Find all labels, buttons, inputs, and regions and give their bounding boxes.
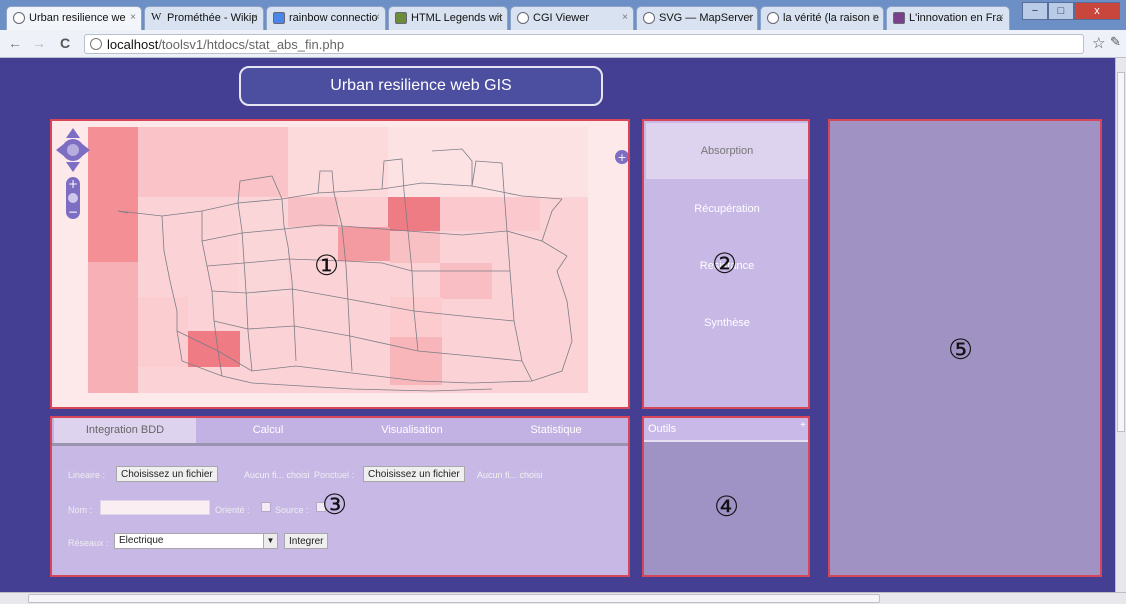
pan-control-icon[interactable] xyxy=(56,126,90,176)
horizontal-scrollbar[interactable] xyxy=(0,592,1126,604)
tools-title: Outils xyxy=(648,423,677,435)
url-path: /toolsv1/htdocs/stat_abs_fin.php xyxy=(158,37,345,52)
reseaux-label: Réseaux : xyxy=(68,538,109,548)
tab-label: L'innovation en Fra xyxy=(909,12,1003,24)
browser-tab-bar: Urban resilience we × W Prométhée - Wiki… xyxy=(0,0,1126,30)
side-tabs-panel: Absorption Récupération Resistance Synth… xyxy=(642,119,810,409)
globe-icon xyxy=(767,12,779,24)
panel-number: ② xyxy=(712,247,738,280)
forward-arrow-icon[interactable]: → xyxy=(32,35,46,51)
scroll-thumb[interactable] xyxy=(28,594,880,603)
site-icon xyxy=(395,12,407,24)
tab-integration-bdd[interactable]: Integration BDD xyxy=(54,418,196,443)
map-grid-cells xyxy=(88,127,628,407)
tools-panel: Outils + ④ xyxy=(642,416,810,577)
browser-tab-5[interactable]: CGI Viewer × xyxy=(510,6,634,30)
google-icon xyxy=(273,12,285,24)
svg-text:−: − xyxy=(68,205,78,219)
close-icon[interactable]: × xyxy=(872,12,878,23)
globe-icon xyxy=(90,38,102,50)
tab-recuperation[interactable]: Récupération xyxy=(646,181,808,237)
results-panel: ⑤ xyxy=(828,119,1102,577)
tab-label: la vérité (la raison e xyxy=(783,12,879,24)
nom-label: Nom : xyxy=(68,505,93,515)
wrench-icon[interactable]: ✎ xyxy=(1110,34,1121,50)
map-panel[interactable]: + − + ① xyxy=(50,119,630,409)
panel-number: ③ xyxy=(322,488,348,521)
layer-switcher-icon[interactable]: + xyxy=(614,149,630,165)
globe-icon xyxy=(13,12,25,24)
tab-synthese[interactable]: Synthèse xyxy=(646,295,808,351)
tab-label: Urban resilience we xyxy=(29,12,126,24)
tools-header[interactable]: Outils + xyxy=(644,418,808,442)
panel-number: ① xyxy=(314,249,340,282)
oriente-checkbox[interactable] xyxy=(261,502,271,512)
tab-label: CGI Viewer xyxy=(533,12,590,24)
browser-tab-3[interactable]: rainbow connectio × xyxy=(266,6,386,30)
oriente-label: Orienté : xyxy=(215,505,250,515)
integrer-button[interactable]: Integrer xyxy=(284,533,329,549)
browser-tab-2[interactable]: W Prométhée - Wikip × xyxy=(144,6,264,30)
map-canvas[interactable] xyxy=(52,121,628,407)
bottom-tab-bar: Integration BDD Calcul Visualisation Sta… xyxy=(52,418,628,446)
reload-icon[interactable]: C xyxy=(60,35,70,51)
scroll-thumb[interactable] xyxy=(1117,72,1125,432)
ponctuel-file-button[interactable]: Choisissez un fichier xyxy=(363,466,465,482)
star-icon[interactable]: ☆ xyxy=(1092,34,1105,52)
chevron-down-icon: ▼ xyxy=(263,534,277,548)
tab-absorption[interactable]: Absorption xyxy=(646,123,808,179)
svg-text:+: + xyxy=(617,151,626,164)
expand-icon[interactable]: + xyxy=(800,420,806,431)
wikipedia-icon: W xyxy=(151,11,162,23)
browser-tab-1[interactable]: Urban resilience we × xyxy=(6,6,142,30)
source-label: Source : xyxy=(275,505,309,515)
ponctuel-file-status: Aucun fi... choisi xyxy=(477,470,543,480)
app-title: Urban resilience web GIS xyxy=(239,66,603,106)
tab-label: HTML Legends wit xyxy=(411,12,503,24)
browser-tab-8[interactable]: L'innovation en Fra × xyxy=(886,6,1010,30)
address-bar[interactable]: localhost/toolsv1/htdocs/stat_abs_fin.ph… xyxy=(84,34,1084,54)
close-icon[interactable]: × xyxy=(374,12,380,23)
reseaux-select[interactable]: Electrique ▼ xyxy=(114,533,278,549)
panel-number: ⑤ xyxy=(948,333,974,366)
lineaire-file-button[interactable]: Choisissez un fichier xyxy=(116,466,218,482)
minimize-button[interactable]: − xyxy=(1022,2,1048,20)
tab-calcul[interactable]: Calcul xyxy=(196,418,340,443)
tab-visualisation[interactable]: Visualisation xyxy=(340,418,484,443)
close-icon[interactable]: × xyxy=(130,12,136,23)
lineaire-file-status: Aucun fi... choisi xyxy=(244,470,310,480)
url-host: localhost xyxy=(107,37,159,52)
browser-tab-4[interactable]: HTML Legends wit × xyxy=(388,6,508,30)
lineaire-label: Lineaire : xyxy=(68,470,106,480)
data-integration-panel: Integration BDD Calcul Visualisation Sta… xyxy=(50,416,630,577)
zoom-control-icon[interactable]: + − xyxy=(64,177,82,219)
tab-statistique[interactable]: Statistique xyxy=(484,418,628,443)
close-icon[interactable]: × xyxy=(746,12,752,23)
close-window-button[interactable]: x xyxy=(1074,2,1120,20)
reseaux-selected-value: Electrique xyxy=(119,535,164,546)
panel-number: ④ xyxy=(714,490,740,523)
tab-label: Prométhée - Wikip xyxy=(167,12,258,24)
browser-tab-7[interactable]: la vérité (la raison e × xyxy=(760,6,884,30)
tab-label: rainbow connectio xyxy=(289,12,378,24)
close-icon[interactable]: × xyxy=(496,12,502,23)
close-icon[interactable]: × xyxy=(998,12,1004,23)
nom-input[interactable] xyxy=(100,500,210,515)
close-icon[interactable]: × xyxy=(622,12,628,23)
close-icon[interactable]: × xyxy=(252,12,258,23)
vertical-scrollbar[interactable] xyxy=(1115,58,1126,592)
tab-label: SVG — MapServer xyxy=(659,12,754,24)
globe-icon xyxy=(643,12,655,24)
globe-icon xyxy=(517,12,529,24)
browser-toolbar: ← → C localhost/toolsv1/htdocs/stat_abs_… xyxy=(0,30,1126,58)
site-icon xyxy=(893,12,905,24)
ponctuel-label: Ponctuel : xyxy=(314,470,355,480)
svg-text:+: + xyxy=(68,177,78,191)
back-arrow-icon[interactable]: ← xyxy=(8,35,22,51)
browser-tab-6[interactable]: SVG — MapServer × xyxy=(636,6,758,30)
maximize-button[interactable]: □ xyxy=(1048,2,1074,20)
